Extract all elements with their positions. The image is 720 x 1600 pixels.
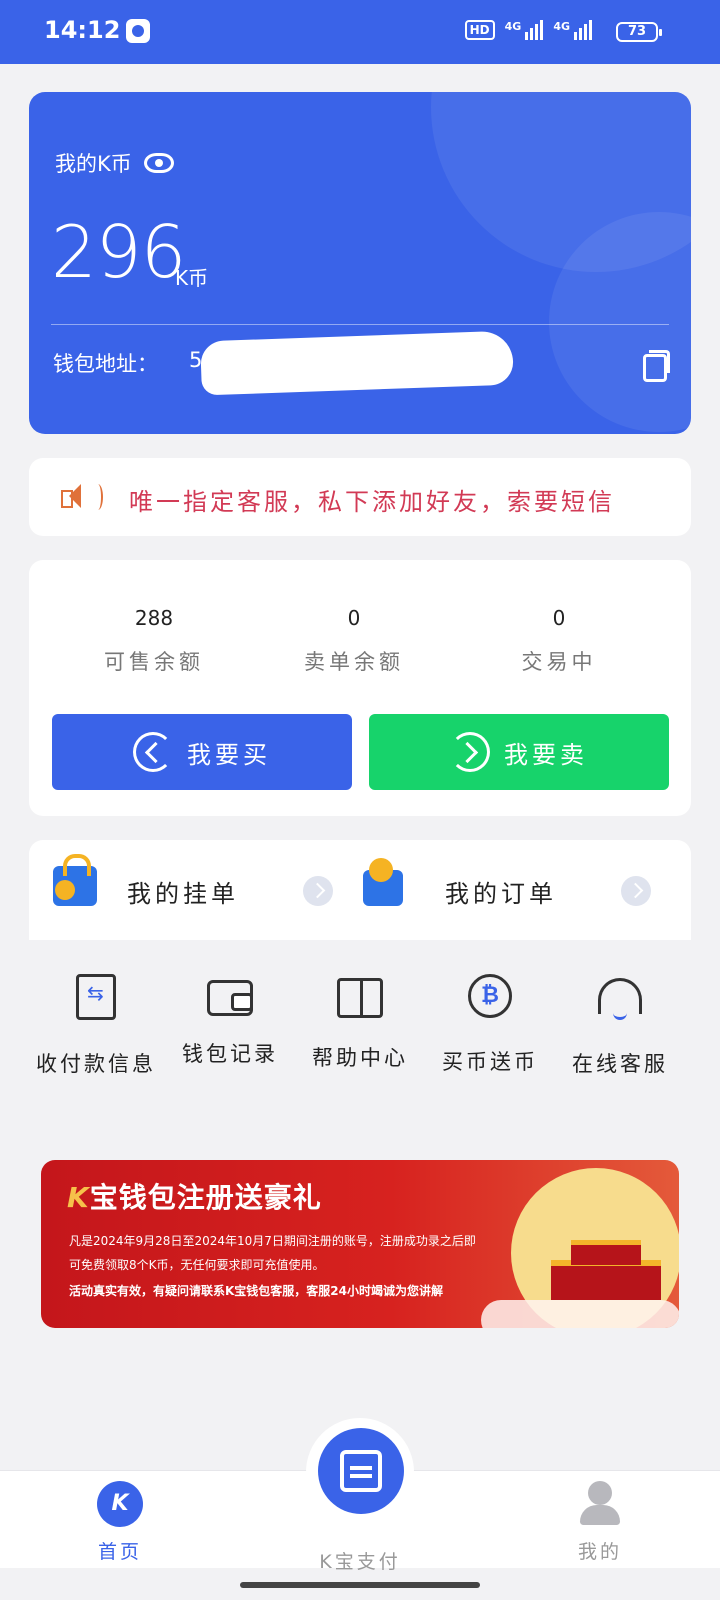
quick-item-label: 买币送币 — [442, 1050, 538, 1074]
wallet-address-label: 钱包地址： — [53, 352, 158, 376]
scan-button[interactable] — [318, 1428, 404, 1514]
quick-item-buy-coin-bonus[interactable]: ₿ 买币送币 — [420, 974, 560, 1076]
sell-button-label: 我要卖 — [504, 740, 588, 769]
banner-title-text: 宝钱包注册送豪礼 — [89, 1181, 322, 1214]
nav-home-label: 首页 — [97, 1541, 142, 1563]
quick-menu: 收付款信息 钱包记录 帮助中心 ₿ 买币送币 在线客服 — [28, 974, 692, 1094]
status-time: 14:12 — [44, 16, 121, 44]
stats-card: 288 可售余额 0 卖单余额 0 交易中 我要买 我要卖 — [29, 560, 691, 816]
stat-value: 288 — [134, 606, 174, 630]
balance-label: 我的K币 — [55, 152, 132, 176]
balance-amount: 296 — [51, 210, 186, 294]
nav-mine[interactable]: 我的 — [540, 1481, 660, 1564]
balance-unit: K币 — [175, 266, 209, 290]
banner-brand-logo: K — [67, 1181, 90, 1214]
scan-icon — [340, 1450, 382, 1492]
stat-label: 可售余额 — [104, 650, 204, 674]
quick-item-help-center[interactable]: 帮助中心 — [290, 974, 430, 1072]
redaction-scribble — [200, 330, 514, 396]
stat-label: 卖单余额 — [304, 650, 404, 674]
notification-app-icon — [126, 19, 150, 43]
lock-bag-icon — [53, 854, 97, 906]
signal-icon-2: 4G — [553, 20, 592, 40]
network-type-label: 4G — [504, 20, 522, 33]
status-bar: 14:12 HD 4G 4G 73 — [0, 0, 720, 64]
buy-button-label: 我要买 — [187, 740, 271, 769]
promo-banner[interactable]: K宝钱包注册送豪礼 凡是2024年9月28日至2024年10月7日期间注册的账号… — [41, 1160, 679, 1328]
network-type-label-2: 4G — [553, 20, 570, 33]
my-orders-link[interactable]: 我的订单 — [349, 840, 669, 940]
orders-card: 我的挂单 我的订单 — [29, 840, 691, 940]
home-indicator[interactable] — [240, 1582, 480, 1588]
wallet-icon — [207, 980, 253, 1016]
nav-pay-label: K宝支付 — [319, 1551, 401, 1573]
quick-item-online-service[interactable]: 在线客服 — [550, 974, 690, 1078]
chevron-right-icon — [303, 876, 333, 906]
divider — [51, 324, 669, 325]
wallet-coin-icon — [363, 858, 403, 906]
balance-card: 我的K币 296 K币 钱包地址： 5 — [29, 92, 691, 434]
notice-marquee: 唯一指定客服，私下添加好友，索要短信 — [29, 458, 691, 536]
quick-item-payment-info[interactable]: 收付款信息 — [26, 974, 166, 1078]
eye-icon[interactable] — [143, 153, 174, 173]
user-avatar-icon — [580, 1481, 620, 1527]
my-listings-label: 我的挂单 — [127, 880, 239, 908]
banner-title: K宝钱包注册送豪礼 — [67, 1176, 322, 1216]
help-book-icon — [337, 978, 383, 1018]
speaker-icon — [61, 484, 91, 510]
hd-voice-icon: HD — [464, 20, 495, 40]
quick-item-label: 收付款信息 — [36, 1052, 156, 1076]
stat-in-trade: 0 交易中 — [459, 606, 659, 676]
quick-item-label: 帮助中心 — [312, 1046, 408, 1070]
sell-button[interactable]: 我要卖 — [369, 714, 669, 790]
quick-item-label: 钱包记录 — [182, 1042, 278, 1066]
cloud-graphic — [481, 1300, 679, 1328]
status-indicators: HD 4G 4G — [464, 20, 592, 40]
copy-icon[interactable] — [643, 350, 670, 382]
buy-button[interactable]: 我要买 — [52, 714, 352, 790]
bitcoin-icon: ₿ — [468, 974, 512, 1018]
balance-label-row: 我的K币 — [55, 148, 174, 178]
banner-text: 凡是2024年9月28日至2024年10月7日期间注册的账号，注册成功录之后即 — [69, 1234, 476, 1248]
home-logo-icon: K — [97, 1481, 143, 1527]
nav-home[interactable]: K 首页 — [60, 1481, 180, 1564]
tiananmen-graphic — [551, 1240, 661, 1300]
stat-value: 0 — [552, 606, 566, 630]
speaker-wave-icon — [93, 484, 103, 510]
nav-mine-label: 我的 — [577, 1541, 622, 1563]
chevron-right-icon — [621, 876, 651, 906]
signal-icon: 4G — [505, 20, 544, 40]
buy-arrow-icon — [133, 732, 173, 772]
stat-sell-order-balance: 0 卖单余额 — [254, 606, 454, 676]
quick-item-label: 在线客服 — [572, 1052, 668, 1076]
battery-icon: 73 — [616, 22, 662, 42]
banner-text: 活动真实有效，有疑问请联系K宝钱包客服，客服24小时竭诚为您讲解 — [69, 1284, 444, 1298]
notice-text: 唯一指定客服，私下添加好友，索要短信 — [129, 488, 615, 516]
sell-arrow-icon — [450, 732, 490, 772]
payment-info-icon — [76, 974, 116, 1020]
stat-sellable-balance: 288 可售余额 — [54, 606, 254, 676]
banner-text: 可免费领取8个K币，无任何要求即可充值使用。 — [69, 1258, 325, 1272]
my-listings-link[interactable]: 我的挂单 — [29, 840, 349, 940]
headset-icon — [598, 978, 642, 1020]
stat-label: 交易中 — [521, 650, 597, 674]
quick-item-wallet-records[interactable]: 钱包记录 — [160, 974, 300, 1068]
my-orders-label: 我的订单 — [445, 880, 557, 908]
stat-value: 0 — [347, 606, 361, 630]
